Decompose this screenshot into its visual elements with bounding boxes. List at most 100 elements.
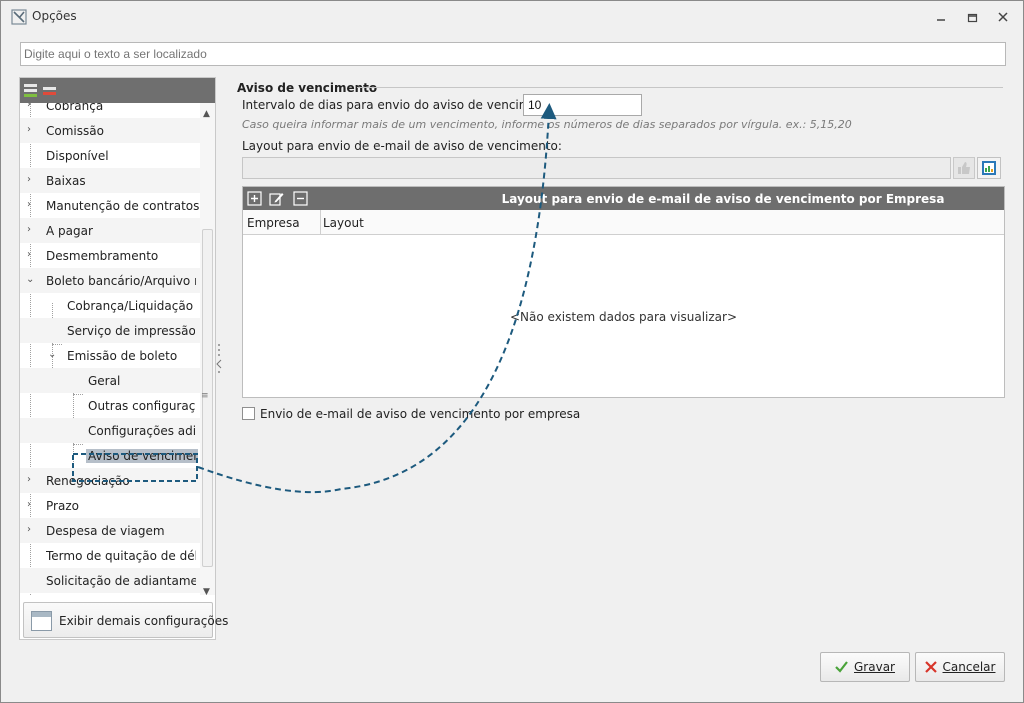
close-button[interactable] xyxy=(995,9,1011,25)
collapse-all-icon[interactable] xyxy=(42,83,57,98)
layout-input[interactable] xyxy=(242,157,951,179)
window-title: Opções xyxy=(32,9,77,23)
grid-title: Layout para envio de e-mail de aviso de … xyxy=(501,192,945,206)
tree-item-aviso-vencimento[interactable]: Aviso de vencimento xyxy=(20,443,200,468)
tree-item-label: Solicitação de adiantamento xyxy=(46,574,196,588)
interval-hint: Caso queira informar mais de um vencimen… xyxy=(242,118,852,131)
tree-item-label: Serviço de impressão de boleto xyxy=(67,324,195,338)
tree-item-label: Comissão xyxy=(46,124,104,138)
expand-arrow-icon[interactable]: › xyxy=(27,174,31,185)
show-more-settings-button[interactable]: Exibir demais configurações xyxy=(23,602,228,638)
scroll-down-icon[interactable]: ▼ xyxy=(203,587,210,597)
tree-item-label: Aviso de vencimento xyxy=(86,449,198,463)
tree-item-boleto-bancario[interactable]: ⌄ Boleto bancário/Arquivo remessa xyxy=(20,268,200,293)
checkmark-icon xyxy=(835,661,848,673)
tree-scrollbar[interactable]: ▲ ≡ ▼ xyxy=(200,103,215,597)
minimize-icon xyxy=(937,19,945,21)
tree-item-despesa-viagem[interactable]: › Despesa de viagem xyxy=(20,518,200,543)
panel-splitter[interactable] xyxy=(215,341,225,377)
tree-toolbar xyxy=(20,78,215,103)
company-layout-grid: Layout para envio de e-mail de aviso de … xyxy=(242,186,1005,398)
options-tree-panel: › Cobrança › Comissão Disponível › Baixa… xyxy=(19,77,216,640)
tree-item-label: Boleto bancário/Arquivo remessa xyxy=(46,274,196,288)
tree-item-label: Configurações adicionais xyxy=(88,424,196,438)
tree-item-geral[interactable]: Geral xyxy=(20,368,200,393)
grip-icon: ≡ xyxy=(201,391,209,401)
send-by-company-label: Envio de e-mail de aviso de vencimento p… xyxy=(260,407,581,421)
tree-item-outras-configuracoes[interactable]: Outras configurações xyxy=(20,393,200,418)
column-header-empresa[interactable]: Empresa xyxy=(247,216,300,230)
expand-arrow-icon[interactable]: › xyxy=(27,249,31,260)
tree-item-renegociacao[interactable]: › Renegociação xyxy=(20,468,200,493)
thumbs-up-button[interactable] xyxy=(953,157,975,179)
tree-item-cobranca-liquidacao[interactable]: Cobrança/Liquidação xyxy=(20,293,200,318)
section-divider xyxy=(357,87,1003,88)
cancel-button[interactable]: Cancelar xyxy=(915,652,1005,682)
expand-arrow-icon[interactable]: › xyxy=(27,224,31,235)
tree-item-solicitacao-adiantamento[interactable]: Solicitação de adiantamento xyxy=(20,568,200,593)
tree-item-label: Baixas xyxy=(46,174,86,188)
tree-item-label: Despesa de viagem xyxy=(46,524,165,538)
expand-all-icon[interactable] xyxy=(23,83,38,98)
splitter-grip-icon xyxy=(216,344,222,373)
remove-icon[interactable] xyxy=(293,191,308,206)
tree-item-manutencao-contratos[interactable]: › Manutenção de contratos xyxy=(20,193,200,218)
expand-arrow-icon[interactable]: › xyxy=(27,103,31,110)
tree-item-label: Manutenção de contratos xyxy=(46,199,200,213)
tree-item-disponivel[interactable]: Disponível xyxy=(20,143,200,168)
tree-item-prazo[interactable]: › Prazo xyxy=(20,493,200,518)
expand-arrow-icon[interactable]: › xyxy=(27,499,31,510)
title-bar: Opções xyxy=(1,1,1023,32)
tree-item-label: Termo de quitação de débito xyxy=(46,549,196,563)
send-by-company-checkbox[interactable] xyxy=(242,407,255,420)
add-icon[interactable] xyxy=(247,191,262,206)
expand-arrow-icon[interactable]: › xyxy=(27,124,31,135)
app-logo-icon xyxy=(11,9,27,25)
collapse-arrow-icon[interactable]: ⌄ xyxy=(26,274,34,285)
grid-empty-message: <Não existem dados para visualizar> xyxy=(509,310,737,324)
tree-item-label: Cobrança xyxy=(46,103,104,113)
show-more-settings-label: Exibir demais configurações xyxy=(59,614,229,628)
tree-item-emissao-boleto[interactable]: ⌄ Emissão de boleto xyxy=(20,343,200,368)
window-list-icon xyxy=(31,611,52,631)
tree-item-label: Emissão de boleto xyxy=(67,349,178,363)
grid-column-headers: Empresa Layout xyxy=(243,210,1004,235)
options-window: Opções Digite aqui o texto a ser localiz… xyxy=(0,0,1024,703)
tree-item-a-pagar[interactable]: › A pagar xyxy=(20,218,200,243)
scroll-up-icon[interactable]: ▲ xyxy=(203,109,210,119)
column-separator xyxy=(320,210,321,234)
tree-item-servico-impressao[interactable]: Serviço de impressão de boleto xyxy=(20,318,200,343)
interval-label: Intervalo de dias para envio do aviso de… xyxy=(242,98,562,112)
search-input[interactable] xyxy=(20,42,1006,66)
tree-item-baixas[interactable]: › Baixas xyxy=(20,168,200,193)
close-icon xyxy=(998,12,1008,22)
report-layout-icon xyxy=(982,161,996,175)
tree-item-label: Cobrança/Liquidação xyxy=(67,299,194,313)
tree-item-desmembramento[interactable]: › Desmembramento xyxy=(20,243,200,268)
edit-icon[interactable] xyxy=(269,191,284,206)
tree-item-label: Renegociação xyxy=(46,474,130,488)
cancel-label: Cancelar xyxy=(942,660,996,674)
column-header-layout[interactable]: Layout xyxy=(323,216,364,230)
tree-item-cobranca[interactable]: › Cobrança xyxy=(20,103,200,118)
layout-label: Layout para envio de e-mail de aviso de … xyxy=(242,139,562,153)
restore-button[interactable] xyxy=(964,9,980,25)
thumbs-up-icon xyxy=(958,162,970,174)
expand-arrow-icon[interactable]: › xyxy=(27,199,31,210)
interval-days-input[interactable] xyxy=(523,94,642,116)
tree-item-label: Geral xyxy=(88,374,121,388)
collapse-arrow-icon[interactable]: ⌄ xyxy=(48,349,56,360)
cancel-x-icon xyxy=(924,661,937,673)
tree-item-label: Disponível xyxy=(46,149,109,163)
tree-item-configuracoes-adicionais[interactable]: Configurações adicionais xyxy=(20,418,200,443)
save-button[interactable]: Gravar xyxy=(820,652,910,682)
minimize-button[interactable] xyxy=(933,9,949,25)
tree-item-label: Desmembramento xyxy=(46,249,159,263)
expand-arrow-icon[interactable]: › xyxy=(27,524,31,535)
tree-item-comissao[interactable]: › Comissão xyxy=(20,118,200,143)
tree-item-termo-quitacao[interactable]: Termo de quitação de débito xyxy=(20,543,200,568)
section-title: Aviso de vencimento xyxy=(237,81,378,95)
report-layout-button[interactable] xyxy=(977,157,1001,179)
expand-arrow-icon[interactable]: › xyxy=(27,474,31,485)
restore-icon xyxy=(967,13,977,22)
